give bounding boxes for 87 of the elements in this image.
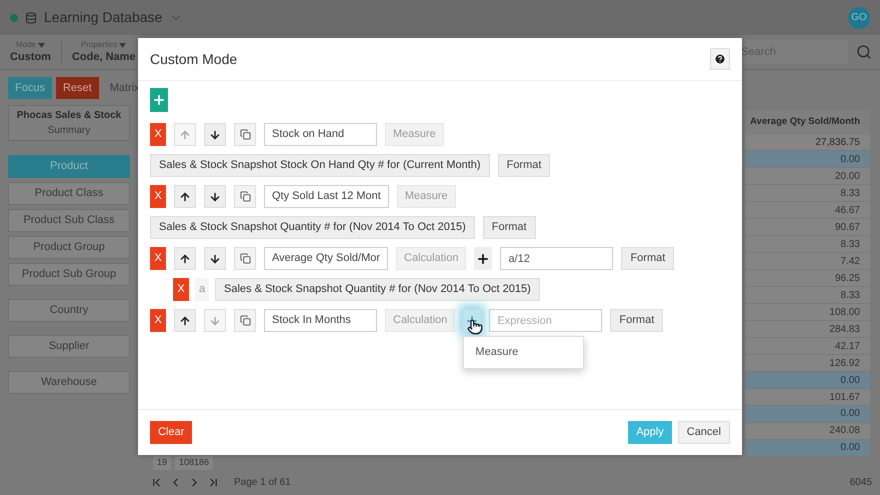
row-count: 6045 <box>850 476 872 490</box>
move-up-button[interactable] <box>174 309 196 332</box>
copy-button[interactable] <box>234 123 256 146</box>
delete-button[interactable]: X <box>150 185 166 208</box>
plus-icon <box>152 93 166 107</box>
dimension-button[interactable]: Warehouse <box>8 371 130 394</box>
database-icon <box>25 12 37 24</box>
clear-button[interactable]: Clear <box>150 421 192 444</box>
arrow-down-icon <box>209 190 221 202</box>
view-title: Phocas Sales & Stock <box>16 109 122 123</box>
format-button[interactable]: Format <box>610 309 664 332</box>
table-cell: 108186 <box>175 456 214 470</box>
dimension-button[interactable]: Country <box>8 299 130 322</box>
copy-icon <box>240 315 250 326</box>
view-subtitle: Summary <box>48 124 90 138</box>
dimension-button[interactable]: Supplier <box>8 335 130 358</box>
app-title: Learning Database <box>44 8 162 27</box>
variable-letter: a <box>195 278 209 301</box>
caret-icon <box>119 42 126 48</box>
table-cell[interactable]: 0.00 <box>745 151 870 168</box>
copy-button[interactable] <box>234 185 256 208</box>
help-icon <box>714 53 726 65</box>
measure-source-button[interactable]: Sales & Stock Snapshot Quantity # for (Nov 2014 To Oct 2015) <box>215 278 540 301</box>
menu-item[interactable]: Measure <box>464 340 584 364</box>
last-page-icon[interactable] <box>207 476 220 488</box>
arrow-up-icon <box>179 252 191 264</box>
table-cell[interactable]: 0.00 <box>745 406 870 423</box>
delete-button[interactable]: X <box>150 309 166 332</box>
move-down-button[interactable] <box>204 247 226 270</box>
move-down-button[interactable] <box>204 185 226 208</box>
move-up-button[interactable] <box>174 185 196 208</box>
caret-icon <box>38 42 45 48</box>
measure-source-button[interactable]: Sales & Stock Snapshot Quantity # for (Nov 2014 To Oct 2015) <box>150 216 475 239</box>
dropdown-value: Code, Name <box>72 52 136 63</box>
add-variable-button[interactable] <box>474 247 492 270</box>
delete-button[interactable]: X <box>173 278 189 301</box>
type-label: Calculation <box>396 247 466 270</box>
type-label: Calculation <box>385 309 456 332</box>
type-label: Measure <box>385 123 444 146</box>
arrow-down-icon <box>209 128 221 140</box>
name-field[interactable]: Stock on Hand <box>264 123 377 146</box>
help-button[interactable] <box>710 48 730 70</box>
table-cell[interactable]: 0.00 <box>745 440 870 457</box>
dropdown-value: Custom <box>10 52 51 63</box>
dimension-button[interactable]: Product Group <box>8 236 130 259</box>
copy-icon <box>240 253 250 264</box>
copy-icon <box>240 129 250 140</box>
copy-icon <box>240 191 250 202</box>
apply-button[interactable]: Apply <box>628 421 672 444</box>
copy-button[interactable] <box>234 247 256 270</box>
copy-button[interactable] <box>234 309 256 332</box>
sidebar-button[interactable]: Reset <box>56 77 99 99</box>
delete-button[interactable]: X <box>150 247 166 270</box>
measure-source-button[interactable]: Sales & Stock Snapshot Stock On Hand Qty # for (Current Month) <box>150 154 490 177</box>
arrow-down-icon <box>209 314 221 326</box>
user-avatar[interactable]: GO <box>848 6 870 28</box>
move-up-button[interactable] <box>174 247 196 270</box>
cancel-button[interactable]: Cancel <box>678 421 730 444</box>
expression-field[interactable]: a/12 <box>500 247 614 270</box>
dimension-button[interactable]: Product Sub Class <box>8 209 130 232</box>
arrow-up-icon <box>179 128 191 140</box>
add-item-button[interactable] <box>150 88 168 112</box>
move-down-button[interactable] <box>204 123 226 146</box>
table-cell[interactable]: 0.00 <box>745 372 870 390</box>
table-cell: 19 <box>153 456 172 470</box>
dimension-button[interactable]: Product Class <box>8 182 130 205</box>
format-button[interactable]: Format <box>621 247 674 270</box>
expression-field[interactable]: Expression <box>489 309 602 332</box>
format-button[interactable]: Format <box>482 216 536 239</box>
arrow-up-icon <box>179 190 191 202</box>
plus-icon <box>476 252 490 266</box>
name-field[interactable]: Qty Sold Last 12 Mont <box>264 185 389 208</box>
delete-button[interactable]: X <box>150 123 166 146</box>
arrow-down-icon <box>209 252 221 264</box>
dimension-button[interactable]: Product <box>8 155 130 178</box>
name-field[interactable]: Average Qty Sold/Mor <box>264 247 388 270</box>
dimension-button[interactable]: Product Sub Group <box>8 263 130 286</box>
name-field[interactable]: Stock In Months <box>264 309 377 332</box>
sidebar-button[interactable]: Focus <box>8 77 52 99</box>
format-button[interactable]: Format <box>498 154 550 177</box>
column-header: Average Qty Sold/Month <box>745 110 870 135</box>
arrow-up-icon <box>179 314 191 326</box>
page-indicator: Page 1 of 61 <box>234 476 291 490</box>
search-icon[interactable] <box>856 44 872 60</box>
sidebar-button[interactable]: Matrix <box>102 77 147 99</box>
dialog-title: Custom Mode <box>150 50 238 68</box>
type-label: Measure <box>396 185 456 208</box>
